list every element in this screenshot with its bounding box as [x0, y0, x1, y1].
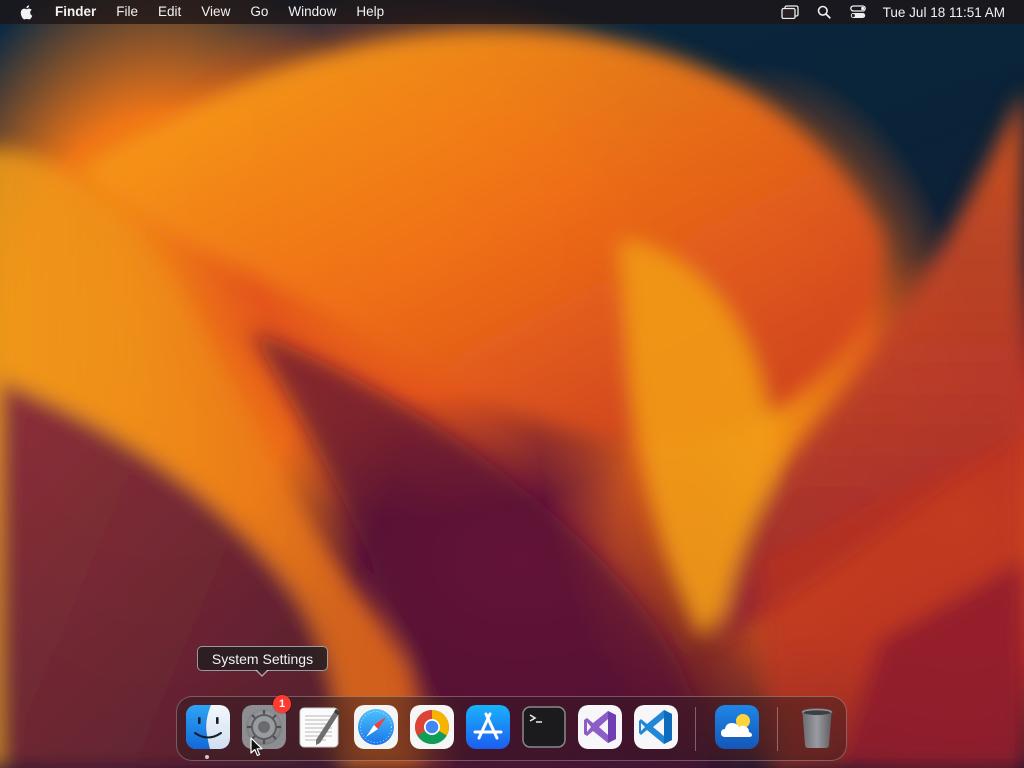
dock-app-weather[interactable] [715, 705, 759, 749]
chrome-icon [410, 705, 454, 749]
dock-app-safari[interactable] [354, 705, 398, 749]
menu-window[interactable]: Window [278, 0, 346, 24]
system-settings-badge: 1 [273, 695, 291, 713]
apple-logo-icon[interactable] [19, 4, 35, 20]
dock-tooltip: System Settings [197, 646, 328, 671]
dock: 1 [176, 695, 847, 761]
vscode-icon [634, 705, 678, 749]
dock-app-chrome[interactable] [410, 705, 454, 749]
dock-app-vscode[interactable] [634, 705, 678, 749]
menu-edit[interactable]: Edit [148, 0, 191, 24]
dock-tooltip-pointer [255, 669, 269, 677]
menu-view[interactable]: View [191, 0, 240, 24]
menu-bar-clock[interactable]: Tue Jul 18 11:51 AM [883, 5, 1005, 20]
trash-icon [801, 708, 833, 748]
menu-file[interactable]: File [106, 0, 148, 24]
mouse-cursor-icon [250, 737, 263, 757]
weather-icon [715, 705, 759, 749]
dock-separator-trash [777, 707, 778, 751]
menu-help[interactable]: Help [346, 0, 394, 24]
app-store-icon [466, 705, 510, 749]
screen-mirroring-icon[interactable] [780, 4, 800, 20]
dock-app-trash[interactable] [795, 705, 839, 749]
dock-separator [695, 707, 696, 751]
control-center-icon[interactable] [848, 4, 868, 20]
spotlight-search-icon[interactable] [814, 4, 834, 20]
dock-app-app-store[interactable] [466, 705, 510, 749]
finder-running-indicator [205, 755, 209, 759]
finder-icon [186, 705, 230, 749]
menu-bar: Finder File Edit View Go Window Help Tue… [0, 0, 1024, 24]
menu-go[interactable]: Go [240, 0, 278, 24]
dock-app-terminal[interactable] [522, 705, 566, 749]
safari-icon [354, 705, 398, 749]
desktop-wallpaper [0, 0, 1024, 768]
dock-app-textedit[interactable] [298, 705, 342, 749]
textedit-icon [299, 707, 340, 748]
visual-studio-icon [578, 705, 622, 749]
dock-app-finder[interactable] [186, 705, 230, 749]
terminal-icon [522, 706, 566, 748]
menu-app-finder[interactable]: Finder [47, 0, 106, 24]
dock-app-visual-studio[interactable] [578, 705, 622, 749]
